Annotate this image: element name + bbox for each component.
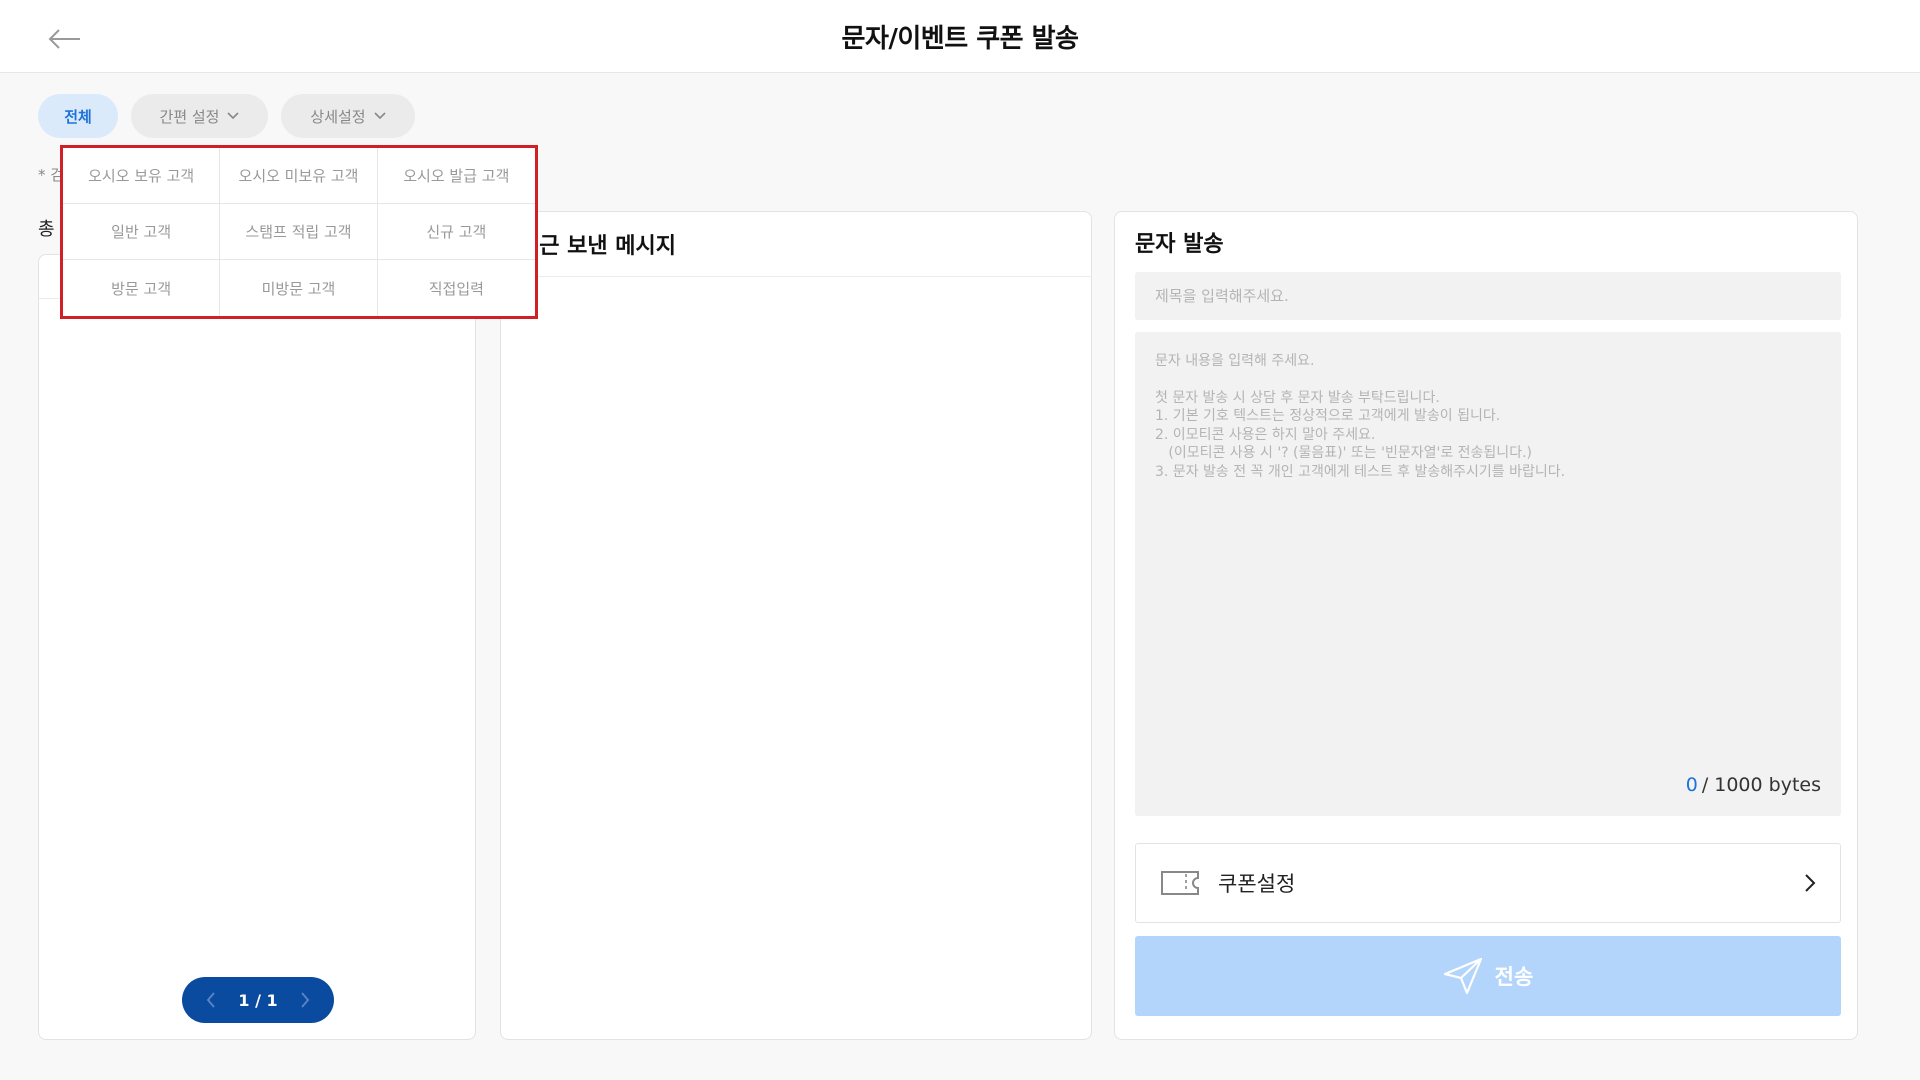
- sms-send-title: 문자 발송: [1135, 232, 1224, 257]
- filter-all-label: 전체: [64, 107, 92, 126]
- page-indicator: 1 / 1: [238, 990, 278, 1010]
- pagination: 1 / 1: [182, 977, 334, 1023]
- dropdown-option-no-visit[interactable]: 미방문 고객: [220, 260, 378, 316]
- coupon-settings-row[interactable]: 쿠폰설정: [1135, 843, 1841, 923]
- subject-input[interactable]: [1135, 272, 1841, 320]
- body-placeholder-line: 문자 내용을 입력해 주세요.: [1155, 353, 1315, 369]
- body-placeholder-line: 3. 문자 발송 전 꼭 개인 고객에게 테스트 후 발송해주시기를 바랍니다.: [1155, 463, 1566, 480]
- customer-list-panel: 1 / 1: [38, 254, 476, 1040]
- filter-detail-label: 상세설정: [310, 107, 366, 126]
- body-placeholder-line: (이모티콘 사용 시 '? (물음표)' 또는 '빈문자열'로 전송됩니다.): [1155, 445, 1532, 461]
- byte-max: / 1000 bytes: [1701, 774, 1821, 796]
- chevron-down-icon: [374, 112, 386, 120]
- top-header: 문자/이벤트 쿠폰 발송: [0, 0, 1920, 73]
- dropdown-option-osio-issued[interactable]: 오시오 발급 고객: [377, 148, 535, 204]
- dropdown-option-osio-holder[interactable]: 오시오 보유 고객: [63, 148, 221, 204]
- body-placeholder-line: 2. 이모티콘 사용은 하지 말아 주세요.: [1155, 426, 1376, 443]
- message-body-textarea[interactable]: 문자 내용을 입력해 주세요. 첫 문자 발송 시 상담 후 문자 발송 부탁드…: [1135, 332, 1841, 816]
- recent-messages-panel: 최근 보낸 메시지: [500, 211, 1092, 1040]
- byte-current: 0: [1685, 774, 1698, 796]
- send-plane-icon: [1443, 957, 1482, 995]
- total-count-label: 총: [38, 219, 55, 240]
- dropdown-option-new[interactable]: 신규 고객: [377, 204, 535, 260]
- filter-detail-chip[interactable]: 상세설정: [281, 94, 415, 138]
- dropdown-option-direct-input[interactable]: 직접입력: [378, 260, 535, 316]
- dropdown-option-stamp[interactable]: 스탬프 적립 고객: [220, 204, 378, 260]
- filter-all-chip[interactable]: 전체: [38, 94, 118, 138]
- byte-counter: 0 / 1000 bytes: [1686, 774, 1821, 796]
- page-title: 문자/이벤트 쿠폰 발송: [841, 24, 1079, 54]
- recent-messages-title: 최근 보낸 메시지: [519, 234, 676, 259]
- body-placeholder-line: 1. 기본 기호 텍스트는 정상적으로 고객에게 발송이 됩니다.: [1155, 408, 1501, 424]
- filter-simple-label: 간편 설정: [159, 107, 220, 126]
- customer-filter-dropdown: 오시오 보유 고객 오시오 미보유 고객 오시오 발급 고객 일반 고객 스탬프…: [60, 145, 538, 319]
- dropdown-option-general[interactable]: 일반 고객: [63, 204, 221, 260]
- chevron-right-icon: [301, 992, 310, 1008]
- send-button-label: 전송: [1494, 966, 1534, 989]
- dropdown-option-osio-nonholder[interactable]: 오시오 미보유 고객: [220, 148, 378, 204]
- coupon-settings-label: 쿠폰설정: [1218, 872, 1296, 896]
- chevron-down-icon: [227, 112, 240, 120]
- dropdown-option-visit[interactable]: 방문 고객: [63, 260, 221, 316]
- chevron-left-icon: [206, 992, 215, 1008]
- next-page-button[interactable]: [294, 989, 316, 1011]
- recent-messages-header: 최근 보낸 메시지: [501, 212, 1091, 277]
- body-placeholder-line: 첫 문자 발송 시 상담 후 문자 발송 부탁드립니다.: [1155, 389, 1440, 406]
- chevron-right-icon: [1805, 874, 1816, 892]
- send-button[interactable]: 전송: [1135, 936, 1841, 1016]
- sms-send-panel: 문자 발송 문자 내용을 입력해 주세요. 첫 문자 발송 시 상담 후 문자 …: [1114, 211, 1858, 1040]
- filter-simple-chip[interactable]: 간편 설정: [131, 94, 268, 138]
- ticket-icon: [1161, 871, 1199, 895]
- prev-page-button[interactable]: [200, 989, 222, 1011]
